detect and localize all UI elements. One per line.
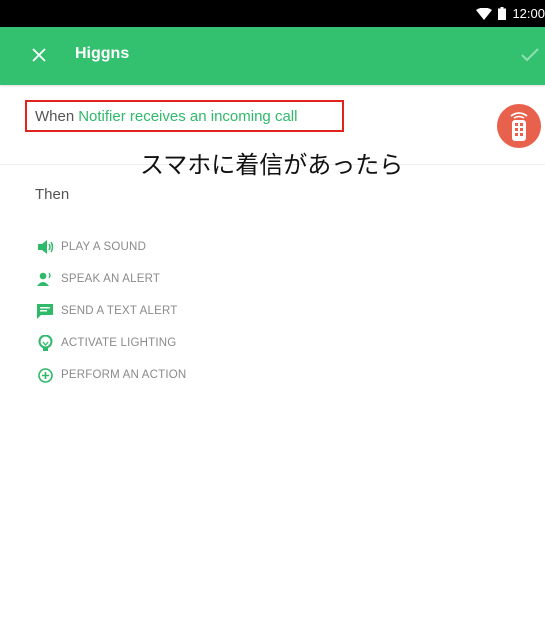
action-label: SEND A TEXT ALERT — [61, 305, 178, 317]
action-perform-action[interactable]: PERFORM AN ACTION — [36, 359, 186, 391]
remote-device-icon[interactable] — [497, 104, 541, 148]
action-label: ACTIVATE LIGHTING — [61, 337, 177, 349]
message-icon — [36, 302, 54, 320]
status-bar: 12:00 — [0, 0, 545, 27]
app-title: Higgns — [75, 45, 130, 62]
action-label: PERFORM AN ACTION — [61, 369, 187, 381]
speaker-icon — [36, 238, 54, 256]
plus-circle-icon — [36, 366, 54, 384]
annotation-caption: スマホに着信があったら — [140, 152, 404, 179]
lightbulb-icon — [36, 334, 54, 352]
trigger-condition: When Notifier receives an incoming call — [25, 100, 344, 132]
app-bar: Higgns — [0, 27, 545, 85]
status-icons: 12:00 — [476, 0, 545, 27]
close-icon[interactable] — [28, 44, 50, 66]
trigger-link[interactable]: Notifier receives an incoming call — [78, 108, 297, 125]
check-icon[interactable] — [519, 44, 541, 66]
action-send-text[interactable]: SEND A TEXT ALERT — [36, 295, 186, 327]
battery-icon — [498, 7, 507, 20]
action-activate-lighting[interactable]: ACTIVATE LIGHTING — [36, 327, 186, 359]
speak-person-icon — [36, 270, 54, 288]
wifi-icon — [476, 7, 493, 20]
action-list: PLAY A SOUND SPEAK AN ALERT SEND A TEXT … — [36, 231, 186, 391]
status-time: 12:00 — [512, 6, 545, 21]
when-label: When — [35, 107, 75, 125]
action-play-sound[interactable]: PLAY A SOUND — [36, 231, 186, 263]
action-speak-alert[interactable]: SPEAK AN ALERT — [36, 263, 186, 295]
action-label: PLAY A SOUND — [61, 241, 147, 253]
then-label: Then — [35, 186, 70, 203]
action-label: SPEAK AN ALERT — [61, 273, 161, 285]
